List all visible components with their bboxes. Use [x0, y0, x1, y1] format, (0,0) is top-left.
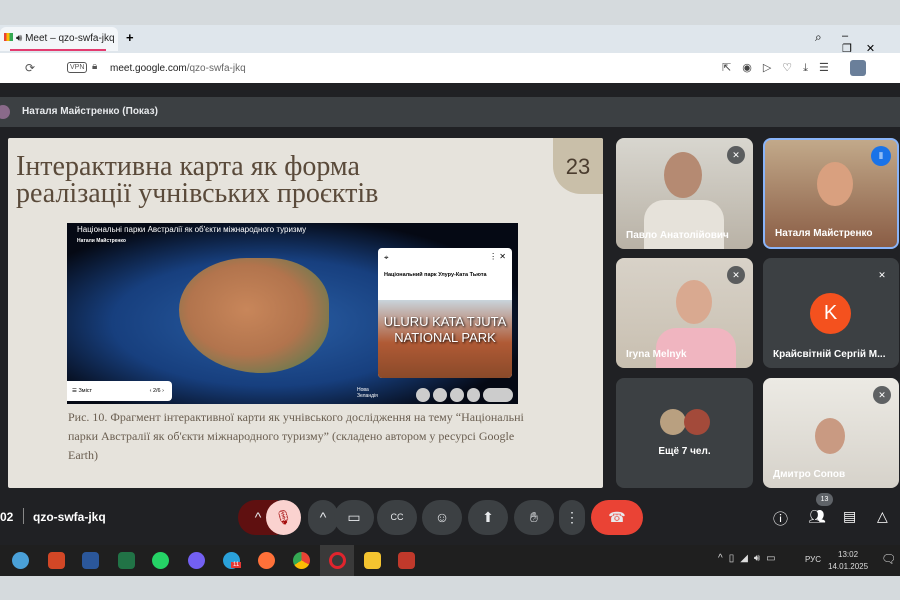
participant-video — [676, 280, 712, 324]
place-card-title: Національний парк Улуру-Ката Тьюта — [384, 272, 487, 278]
slide-number: 23 — [553, 138, 603, 194]
close-card-icon[interactable]: ⋮ ✕ — [489, 252, 506, 261]
viber-icon[interactable] — [188, 552, 205, 569]
system-tray-icons[interactable]: ^▯◢🔊︎▭ — [718, 553, 782, 564]
nz-label: Нова Зеландія — [357, 387, 378, 399]
firefox-icon[interactable] — [258, 552, 275, 569]
muted-mic-icon: ✕ — [727, 146, 745, 164]
participant-tile[interactable]: ✕ Дмитро Сопов — [763, 378, 899, 488]
muted-mic-icon: ✕ — [873, 386, 891, 404]
participant-name: Наталя Майстренко — [775, 228, 873, 239]
info-icon[interactable]: ⓘ — [773, 508, 788, 529]
new-tab-button[interactable]: + — [126, 30, 134, 45]
raise-hand-button[interactable]: ✋︎ — [514, 500, 554, 535]
more-participants-tile[interactable]: Ещё 7 чел. — [616, 378, 753, 488]
participant-tile-active[interactable]: ⦀ Наталя Майстренко — [763, 138, 899, 249]
vpn-badge[interactable]: VPN — [67, 62, 88, 73]
contents-panel[interactable]: ☰ Зміст ‹ 2/6 › — [67, 381, 172, 401]
toolbar-icons[interactable]: ⇱◉▷♡⤓☰ — [722, 61, 840, 75]
participant-name: Павло Анатолійович — [626, 230, 729, 241]
participant-body — [644, 200, 724, 249]
mic-toggle-button[interactable]: 🎙︎ — [266, 500, 301, 535]
participant-avatar — [660, 409, 686, 435]
lock-icon: 🔒︎ — [92, 61, 98, 72]
speaker-icon: 🔊︎ — [16, 33, 23, 44]
participant-tile[interactable]: ✕ Iryna Melnyk — [616, 258, 753, 368]
participant-tile[interactable]: ✕ Павло Анатолійович — [616, 138, 753, 249]
google-earth-map: Національні парки Австралії як об'єкти м… — [67, 223, 518, 404]
telegram-badge: 11 — [231, 562, 242, 568]
profile-avatar[interactable] — [850, 60, 866, 76]
meet-logo-icon — [4, 33, 13, 41]
participant-name: Крайсвітній Сергій М... — [773, 349, 886, 360]
australia-landmass — [179, 258, 329, 373]
file-explorer-icon[interactable] — [364, 552, 381, 569]
tab-bar: 🔊︎ Meet – qzo-swfa-jkq + ⌕ –❐✕ — [0, 25, 900, 55]
url-field[interactable]: meet.google.com/qzo-swfa-jkq — [110, 63, 246, 74]
figure-caption: Рис. 10. Фрагмент інтерактивної карти як… — [68, 410, 524, 462]
presenter-label: Наталя Майстренко (Показ) — [22, 106, 158, 117]
map-header: Національні парки Австралії як об'єкти м… — [77, 225, 307, 244]
emoji-button[interactable]: ☺ — [422, 500, 462, 535]
chrome-icon[interactable] — [293, 552, 310, 569]
tab-meet[interactable]: 🔊︎ Meet – qzo-swfa-jkq — [0, 27, 118, 51]
camera-toggle-button[interactable]: ▭ — [334, 500, 374, 535]
window-controls[interactable]: –❐✕ — [842, 30, 900, 55]
activities-icon[interactable]: △ — [877, 508, 888, 525]
whatsapp-icon[interactable] — [152, 552, 169, 569]
place-image: ULURU KATA TJUTA NATIONAL PARK — [378, 300, 512, 378]
opera-icon[interactable] — [329, 552, 346, 569]
powerpoint-icon[interactable] — [48, 552, 65, 569]
present-button[interactable]: ⬆ — [468, 500, 508, 535]
language-indicator[interactable]: РУС — [805, 555, 821, 564]
participant-avatar — [684, 409, 710, 435]
notifications-icon[interactable]: 🗨︎ — [881, 552, 896, 566]
meeting-controls: 02 qzo-swfa-jkq ^ 🎙︎ ^ ▭ CC ☺ ⬆ ✋︎ ⋮ ☎︎ … — [0, 490, 900, 545]
excel-icon[interactable] — [118, 552, 135, 569]
map-controls[interactable] — [416, 388, 514, 402]
muted-mic-icon: ✕ — [873, 266, 891, 284]
participant-tile[interactable]: K ✕ Крайсвітній Сергій М... — [763, 258, 899, 368]
reload-icon[interactable]: ⟳ — [25, 61, 35, 75]
more-participants-label: Ещё 7 чел. — [658, 446, 711, 457]
place-pin-icon: ⌖ — [384, 253, 389, 262]
participant-avatar: K — [810, 293, 851, 334]
people-count-badge: 13 — [816, 493, 833, 506]
meeting-time: 02 — [0, 510, 14, 524]
word-icon[interactable] — [82, 552, 99, 569]
speaking-indicator-icon: ⦀ — [871, 146, 891, 166]
place-card: ⌖ ⋮ ✕ Національний парк Улуру-Ката Тьюта… — [378, 248, 512, 378]
windows-taskbar: 11 ^▯◢🔊︎▭ РУС 13:02 14.01.2025 🗨︎ — [0, 545, 900, 576]
search-tabs-icon[interactable]: ⌕ — [815, 30, 822, 45]
participant-body — [656, 328, 736, 368]
participant-video — [817, 162, 853, 206]
captions-button[interactable]: CC — [377, 500, 417, 535]
chat-icon[interactable]: ▤ — [843, 508, 856, 525]
presenter-avatar — [0, 105, 10, 119]
address-bar: ⟳ VPN 🔒︎ meet.google.com/qzo-swfa-jkq ⇱◉… — [0, 53, 900, 83]
more-options-button[interactable]: ⋮ — [559, 500, 585, 535]
participant-name: Iryna Melnyk — [626, 349, 687, 360]
participant-name: Дмитро Сопов — [773, 469, 846, 480]
muted-mic-icon: ✕ — [727, 266, 745, 284]
clock[interactable]: 13:02 14.01.2025 — [828, 549, 868, 573]
tab-title: Meet – qzo-swfa-jkq — [25, 33, 115, 44]
paint-icon[interactable] — [12, 552, 29, 569]
people-icon[interactable]: 👥︎ — [808, 508, 826, 525]
presented-slide: Інтерактивна карта як форма реалізації уч… — [8, 138, 603, 488]
notes-app-icon[interactable] — [398, 552, 415, 569]
slide-title: Інтерактивна карта як форма реалізації уч… — [16, 151, 379, 209]
presenter-bar: Наталя Майстренко (Показ) — [0, 97, 900, 127]
divider — [23, 508, 24, 524]
leave-call-button[interactable]: ☎︎ — [591, 500, 643, 535]
meeting-code: qzo-swfa-jkq — [33, 510, 106, 524]
participant-video — [664, 152, 702, 198]
participant-video — [815, 418, 845, 454]
